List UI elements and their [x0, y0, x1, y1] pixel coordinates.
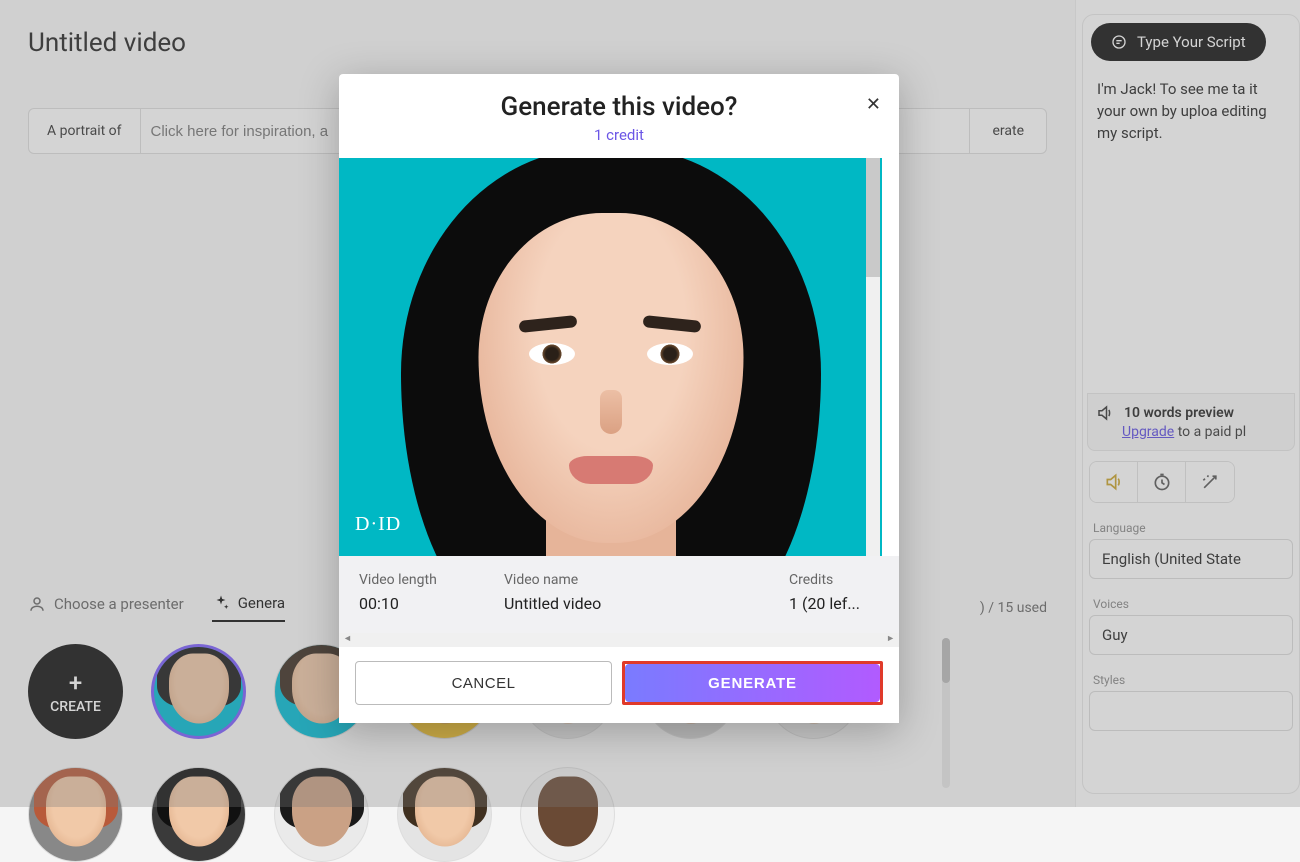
modal-title: Generate this video? — [339, 74, 899, 122]
close-button[interactable]: ✕ — [866, 94, 881, 115]
avatar-eye — [647, 343, 693, 365]
avatar-eye — [529, 343, 575, 365]
modal-preview-scrollbar[interactable] — [866, 158, 880, 556]
close-icon: ✕ — [866, 94, 881, 114]
video-name-value: Untitled video — [504, 594, 789, 613]
generate-modal: ✕ Generate this video? 1 credit D·ID Vid… — [339, 74, 899, 723]
credits-label: Credits — [789, 572, 879, 588]
modal-credit-text: 1 credit — [339, 126, 899, 144]
modal-actions: CANCEL GENERATE — [339, 647, 899, 723]
modal-info: Video length 00:10 Video name Untitled v… — [339, 556, 899, 635]
generate-button[interactable]: GENERATE — [625, 664, 880, 702]
avatar-nose — [600, 390, 622, 434]
avatar-lips — [569, 456, 653, 484]
credits-value: 1 (20 lef... — [789, 594, 879, 613]
video-length-value: 00:10 — [359, 594, 504, 613]
cancel-button[interactable]: CANCEL — [355, 661, 612, 705]
video-name-label: Video name — [504, 572, 789, 588]
modal-info-scrollbar[interactable] — [339, 633, 899, 647]
did-logo: D·ID — [355, 513, 401, 536]
modal-preview: D·ID — [339, 158, 882, 556]
video-length-label: Video length — [359, 572, 504, 588]
generate-button-highlight: GENERATE — [622, 661, 883, 705]
